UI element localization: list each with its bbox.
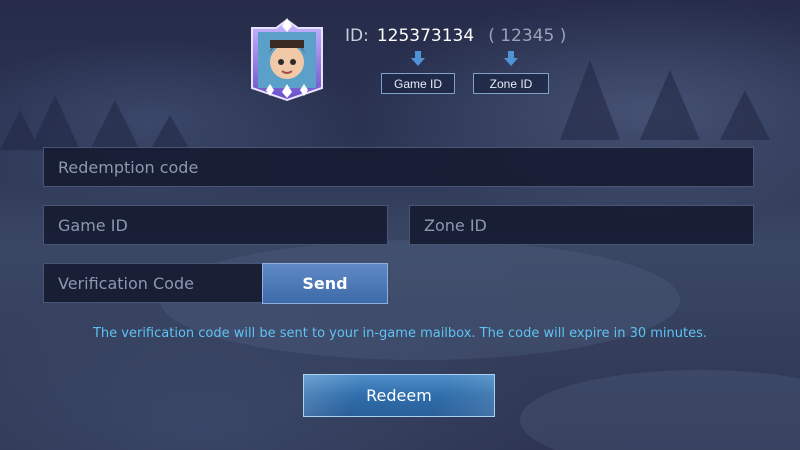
send-button[interactable]: Send: [262, 263, 388, 304]
game-id-tag: Game ID: [381, 73, 455, 94]
redemption-code-input[interactable]: Redemption code: [43, 147, 754, 187]
zone-id-value: ( 12345 ): [488, 26, 567, 46]
id-label: ID:: [345, 26, 369, 46]
verification-code-input[interactable]: Verification Code: [43, 263, 263, 303]
redeem-button[interactable]: Redeem: [303, 374, 495, 417]
arrow-down-icon: [504, 51, 518, 66]
game-id-input[interactable]: Game ID: [43, 205, 388, 245]
player-id-row: ID: 125373134 ( 12345 ): [345, 26, 566, 50]
zone-id-tag: Zone ID: [473, 73, 549, 94]
player-avatar: [244, 18, 330, 102]
game-id-value: 125373134: [376, 26, 475, 46]
arrow-down-icon: [411, 51, 425, 66]
verification-note: The verification code will be sent to yo…: [92, 326, 708, 341]
zone-id-input[interactable]: Zone ID: [409, 205, 754, 245]
